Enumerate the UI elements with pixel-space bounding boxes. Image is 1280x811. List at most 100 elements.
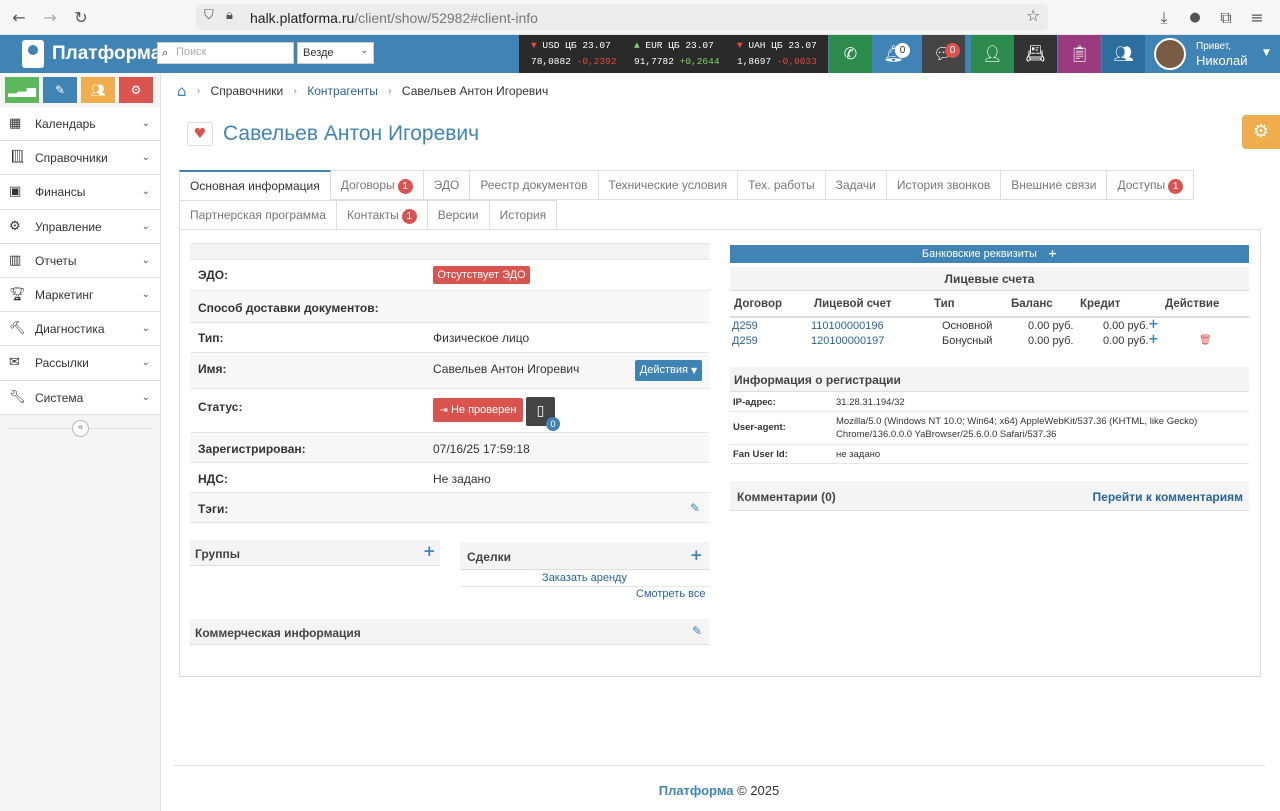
status-button[interactable]: ⇥ Не проверен (433, 398, 523, 422)
account-balance: 0.00 руб. (1028, 320, 1074, 332)
phone-button[interactable]: ✆ (829, 35, 872, 73)
edo-status-badge[interactable]: Отсутствует ЭДО (433, 266, 530, 284)
add-group-plus-icon[interactable]: + (423, 542, 436, 560)
user-name: Николай (1196, 53, 1248, 68)
tabs-row-2: Партнерская программа Контакты 1 Версии И… (179, 200, 558, 230)
contract-link[interactable]: Д259 (732, 320, 758, 332)
download-icon[interactable]: ⤓ (1152, 6, 1176, 30)
sidebar-item-label: Управление (35, 219, 102, 234)
address-bar[interactable]: ⛉ 🔒︎ halk.platforma.ru/client/show/52982… (196, 4, 1048, 31)
tab-external-links[interactable]: Внешние связи (1001, 170, 1108, 200)
accounts-header: Лицевые счета (730, 267, 1249, 291)
account-link[interactable]: 120100000197 (811, 335, 884, 347)
add-deal-plus-icon[interactable]: + (690, 546, 703, 564)
go-to-comments-link[interactable]: Перейти к комментариям (1093, 490, 1243, 504)
info-value: Не задано (433, 472, 491, 486)
bank-details-bar[interactable]: Банковские реквизиты + (730, 245, 1249, 263)
tab-partner-program[interactable]: Партнерская программа (179, 200, 337, 230)
messages-button[interactable]: 💬︎ 0 (922, 35, 965, 73)
notifications-button[interactable]: 🔔︎ 0 (872, 35, 915, 73)
page-title: Савельев Антон Игоревич (223, 122, 480, 145)
tab-documents-registry[interactable]: Реестр документов (470, 170, 599, 200)
edit-tags-pencil-icon[interactable]: ✎ (690, 501, 700, 515)
tab-tasks[interactable]: Задачи (825, 170, 887, 200)
bookmark-star-icon[interactable]: ☆ (1026, 6, 1040, 25)
trash-icon[interactable]: 🗑︎ (1199, 335, 1212, 346)
settings-button[interactable]: ⚙ (119, 77, 153, 103)
edit-button[interactable]: ✎ (43, 77, 77, 103)
actions-dropdown-button[interactable]: Действия ▼ (635, 360, 702, 381)
sidebar-item-marketing[interactable]: 🏆︎ Маркетинг ⌄ (0, 277, 160, 313)
chevron-right-icon: › (387, 85, 392, 97)
view-all-deals-link[interactable]: Смотреть все (636, 588, 705, 600)
tab-technical-conditions[interactable]: Технические условия (598, 170, 739, 200)
groups-button[interactable]: 👥︎ (81, 77, 115, 103)
search-input[interactable]: ⌕ Поиск (157, 42, 294, 64)
tasks-button[interactable]: 📋︎ (1058, 35, 1101, 73)
tab-history[interactable]: История (489, 200, 558, 230)
sidebar-item-system[interactable]: 🔧︎ Система ⌄ (0, 380, 160, 415)
team-button[interactable]: 👥︎ (1102, 35, 1145, 73)
tab-versions[interactable]: Версии (427, 200, 490, 230)
info-row-type: Тип: Физическое лицо (190, 323, 709, 353)
contract-link[interactable]: Д259 (732, 335, 758, 347)
menu-icon[interactable]: ≡ (1245, 6, 1269, 30)
contacts-button[interactable]: 👤︎ (971, 35, 1014, 73)
registration-row-useragent: User-agent: Mozilla/5.0 (Windows NT 10.0… (730, 412, 1249, 445)
profile-icon[interactable]: ● (1183, 6, 1207, 30)
bank-details-title: Банковские реквизиты (921, 248, 1037, 260)
info-label: ЭДО: (198, 268, 229, 282)
tab-maintenance[interactable]: Тех. работы (738, 170, 826, 200)
footer: Платформа © 2025 (173, 765, 1265, 811)
user-menu[interactable]: Привет, Николай ▼ (1145, 35, 1280, 73)
browser-toolbar: ← → ↻ ⛉ 🔒︎ halk.platforma.ru/client/show… (0, 0, 1280, 35)
sidebar-item-reports[interactable]: ▥ Отчеты ⌄ (0, 243, 160, 278)
tab-call-history[interactable]: История звонков (886, 170, 1002, 200)
info-row-tags: Тэги: ✎ (190, 493, 709, 523)
sidebar-item-directories[interactable]: 📕︎ Справочники ⌄ (0, 141, 160, 176)
account-type: Бонусный (942, 335, 993, 347)
breadcrumb-current: Савельев Антон Игоревич (401, 84, 549, 98)
brand-logo[interactable]: Платформа (22, 40, 161, 68)
account-link[interactable]: 110100000196 (811, 320, 884, 332)
tab-contracts[interactable]: Договоры 1 (330, 170, 424, 200)
comments-title: Комментарии (0) (737, 490, 836, 504)
search-scope-select[interactable]: Везде ⌄ (297, 42, 374, 64)
column-header: Договор (734, 298, 782, 310)
tab-main-info[interactable]: Основная информация (179, 170, 331, 200)
breadcrumb-counterparties[interactable]: Контрагенты (307, 84, 378, 98)
info-label: Имя: (198, 362, 227, 376)
order-rent-link[interactable]: Заказать аренду (460, 572, 709, 587)
add-credit-plus-icon[interactable]: + (1148, 332, 1159, 347)
address-book-button[interactable]: 📇︎ (1014, 35, 1057, 73)
sidebar-item-management[interactable]: ⚙ Управление ⌄ (0, 209, 160, 244)
table-row: Д259 110100000196 Основной 0.00 руб. 0.0… (730, 317, 1249, 334)
tab-contacts[interactable]: Контакты 1 (336, 200, 428, 230)
settings-gear-button[interactable]: ⚙ (1242, 115, 1280, 149)
home-icon[interactable]: ⌂ (177, 82, 187, 100)
extensions-icon[interactable]: ⧉ (1214, 6, 1238, 30)
registration-title: Информация о регистрации (734, 373, 901, 387)
sidebar-item-mailings[interactable]: ✉ Рассылки ⌄ (0, 346, 160, 381)
notifications-badge: 0 (895, 43, 910, 58)
reload-icon[interactable]: ↻ (69, 6, 93, 30)
back-arrow-icon[interactable]: ← (7, 6, 31, 30)
rate-arrow: ▼ (531, 40, 537, 51)
tab-edo[interactable]: ЭДО (423, 170, 471, 200)
sidebar-item-finance[interactable]: ▣ Финансы ⌄ (0, 175, 160, 210)
chevron-down-icon: ⌄ (141, 288, 150, 300)
collapse-sidebar-button[interactable]: « (72, 420, 89, 437)
envelope-icon: ✉ (9, 355, 20, 371)
edit-commercial-pencil-icon[interactable]: ✎ (692, 624, 702, 638)
add-credit-plus-icon[interactable]: + (1148, 317, 1159, 332)
tab-access[interactable]: Доступы 1 (1107, 170, 1195, 200)
footer-brand[interactable]: Платформа (659, 783, 734, 798)
stats-button[interactable]: ▂▃▅ (5, 77, 39, 103)
chevron-down-icon: ⌄ (141, 357, 150, 369)
url-text[interactable]: halk.platforma.ru/client/show/52982#clie… (250, 10, 538, 26)
forward-arrow-icon[interactable]: → (38, 6, 62, 30)
breadcrumb-directories[interactable]: Справочники (211, 84, 284, 98)
add-bank-plus-icon[interactable]: + (1048, 247, 1057, 260)
sidebar-item-diagnostics[interactable]: 🔨︎ Диагностика ⌄ (0, 312, 160, 347)
sidebar-item-calendar[interactable]: ▦ Календарь ⌄ (0, 107, 160, 142)
